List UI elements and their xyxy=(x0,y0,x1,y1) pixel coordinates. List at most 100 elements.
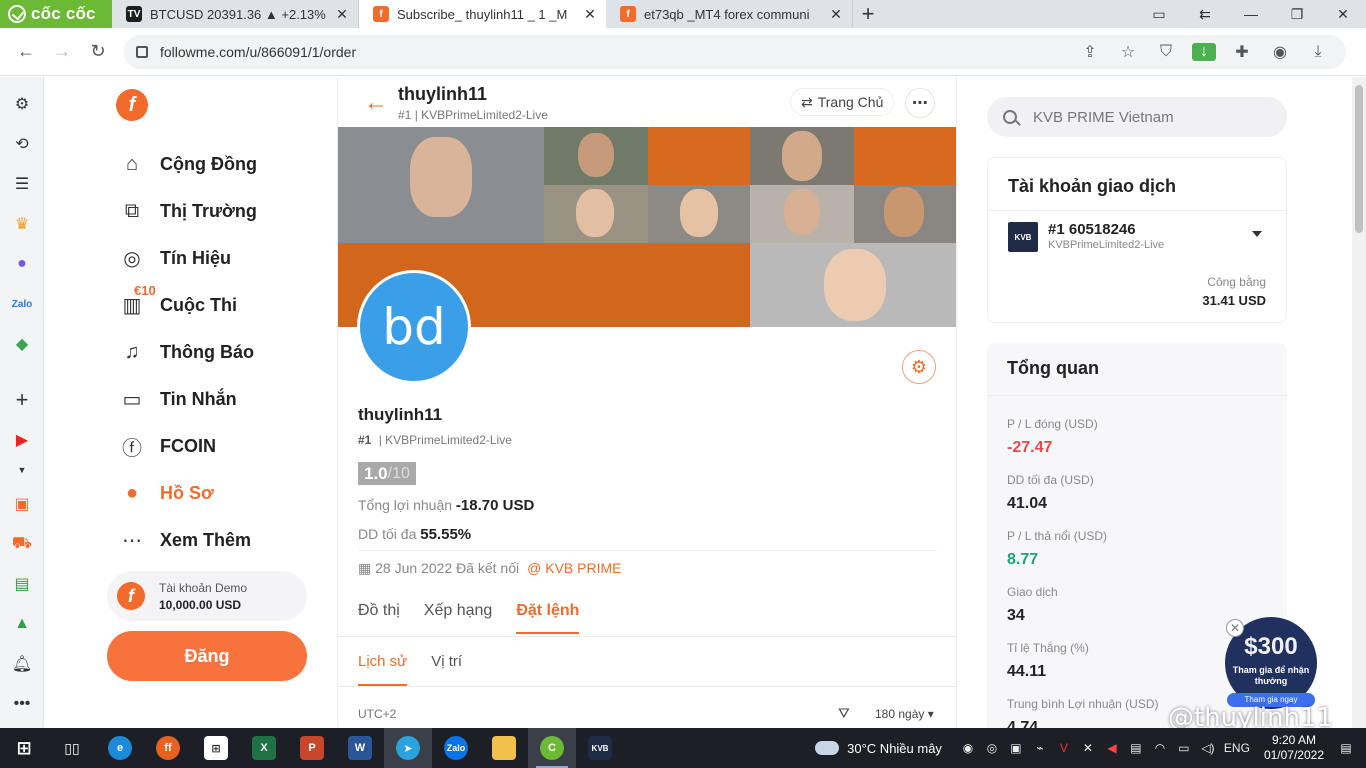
cart-icon[interactable]: ⛟ xyxy=(11,533,33,555)
search-input[interactable]: KVB PRIME Vietnam xyxy=(987,97,1287,137)
nav-item-community[interactable]: ⌂ Cộng Đồng xyxy=(118,149,257,179)
reload-icon[interactable]: ↻ xyxy=(80,41,116,62)
nav-item-signals[interactable]: ◎ Tín Hiệu xyxy=(118,243,231,273)
taskbar-word[interactable]: W xyxy=(336,728,384,768)
tray-app-icon[interactable]: ◉ xyxy=(956,741,980,755)
demo-account[interactable]: f Tài khoản Demo 10,000.00 USD xyxy=(107,571,307,621)
weather-widget[interactable]: 30°C Nhiều mây xyxy=(815,741,942,756)
tab-btcusd[interactable]: TV BTCUSD 20391.36 ▲ +2.13% ✕ xyxy=(112,0,359,28)
language-indicator[interactable]: ENG xyxy=(1220,741,1254,755)
reader-icon[interactable]: ▭ xyxy=(1136,6,1182,23)
taskbar-excel[interactable]: X xyxy=(240,728,288,768)
tray-v-icon[interactable]: V xyxy=(1052,741,1076,755)
tray-speaker-icon[interactable]: ◀ xyxy=(1100,741,1124,755)
bookmark-star-icon[interactable]: ☆ xyxy=(1116,42,1140,62)
post-button[interactable]: Đăng xyxy=(107,631,307,681)
avatar[interactable]: bd xyxy=(357,270,471,384)
close-icon[interactable]: ✕ xyxy=(334,6,350,23)
taskbar-coccoc[interactable]: C xyxy=(528,728,576,768)
back-history-icon[interactable]: ⇇ xyxy=(1182,6,1228,23)
more-dots-icon[interactable]: ••• xyxy=(11,693,33,715)
shop-77-icon[interactable]: ▣ xyxy=(11,493,33,515)
wifi-icon[interactable]: ◠ xyxy=(1148,741,1172,755)
subtab-history[interactable]: Lịch sử xyxy=(358,653,408,686)
coccoc-logo[interactable]: cốc cốc xyxy=(0,0,112,28)
url-text[interactable]: followme.com/u/866091/1/order xyxy=(160,44,356,60)
url-field[interactable]: followme.com/u/866091/1/order ⇪ ☆ ⛉ ↓ ✚ … xyxy=(124,35,1346,69)
back-arrow-icon[interactable]: ← xyxy=(364,89,388,117)
history-icon[interactable]: ⟲ xyxy=(11,133,33,155)
notification-center-icon[interactable]: ▤ xyxy=(1334,741,1358,755)
nav-item-profile[interactable]: ● Hồ Sơ xyxy=(118,478,214,508)
signal-icon: ◎ xyxy=(123,247,141,270)
nav-item-notifications[interactable]: ♫ Thông Báo xyxy=(118,337,254,367)
notification-bell-icon[interactable]: 🔔︎ xyxy=(11,653,33,675)
tab-mt4[interactable]: f et73qb _MT4 forex communi ✕ xyxy=(606,0,853,28)
extension-shield-icon[interactable]: ⛉ xyxy=(1154,43,1178,61)
spreadsheet-icon[interactable]: ▤ xyxy=(11,573,33,595)
tab-ranking[interactable]: Xếp hạng xyxy=(424,602,493,634)
settings-gear-icon[interactable]: ⚙ xyxy=(11,93,33,115)
game-controller-icon[interactable]: ◆ xyxy=(11,333,33,355)
puzzle-icon[interactable]: ✚ xyxy=(1230,42,1254,62)
scrollbar-thumb[interactable] xyxy=(1355,85,1363,233)
savefrom-download-icon[interactable]: ↓ xyxy=(1192,43,1216,61)
tray-display-icon[interactable]: ▤ xyxy=(1124,741,1148,755)
tab-subscribe[interactable]: f Subscribe_ thuylinh11 _ 1 _M ✕ xyxy=(359,0,606,28)
add-icon[interactable]: + xyxy=(11,387,33,412)
taskbar-firefox[interactable]: ff xyxy=(144,728,192,768)
new-tab-button[interactable]: + xyxy=(853,0,883,28)
share-icon[interactable]: ⇪ xyxy=(1078,42,1102,62)
messenger-icon[interactable]: ● xyxy=(11,253,33,275)
chevron-down-icon[interactable]: ▼ xyxy=(11,459,33,481)
crown-icon[interactable]: ♛ xyxy=(11,213,33,235)
download-icon[interactable]: ⤓ xyxy=(1306,43,1330,61)
tray-usb-icon[interactable]: ⌁ xyxy=(1028,741,1052,755)
taskbar-powerpoint[interactable]: P xyxy=(288,728,336,768)
more-options-button[interactable]: ⋯ xyxy=(905,88,935,118)
tray-network-icon[interactable]: ▣ xyxy=(1004,741,1028,755)
close-icon[interactable]: ✕ xyxy=(828,6,844,23)
graduation-icon[interactable]: ▲ xyxy=(11,613,33,635)
window-close-icon[interactable]: ✕ xyxy=(1320,6,1366,23)
taskbar-edge[interactable]: e xyxy=(96,728,144,768)
tab-orders[interactable]: Đặt lệnh xyxy=(516,602,580,634)
taskbar-explorer[interactable] xyxy=(480,728,528,768)
tab-chart[interactable]: Đồ thị xyxy=(358,602,400,634)
maximize-icon[interactable]: ❐ xyxy=(1274,6,1320,23)
volume-icon[interactable]: ◁) xyxy=(1196,741,1220,755)
tray-tools-icon[interactable]: ✕ xyxy=(1076,741,1100,755)
page-scrollbar[interactable] xyxy=(1352,77,1366,728)
account-icon[interactable]: ◉ xyxy=(1268,42,1292,62)
tray-telegram-icon[interactable]: ◎ xyxy=(980,741,1004,755)
taskbar-zalo[interactable]: Zalo xyxy=(432,728,480,768)
minimize-icon[interactable]: — xyxy=(1228,6,1274,22)
nav-item-more[interactable]: ⋯ Xem Thêm xyxy=(118,525,251,555)
taskbar-store[interactable]: ⊞ xyxy=(192,728,240,768)
subtab-positions[interactable]: Vị trí xyxy=(431,653,462,686)
nav-item-messages[interactable]: ▭ Tin Nhắn xyxy=(118,384,237,414)
youtube-icon[interactable]: ▶ xyxy=(11,429,33,451)
lock-icon[interactable] xyxy=(136,46,148,58)
battery-icon[interactable]: ▭ xyxy=(1172,741,1196,755)
taskbar-kvb[interactable]: KVB xyxy=(576,728,624,768)
taskbar-telegram[interactable]: ➤ xyxy=(384,728,432,768)
zalo-icon[interactable]: Zalo xyxy=(11,293,33,315)
start-button[interactable]: ⊞ xyxy=(0,728,48,768)
period-select[interactable]: 180 ngày ▾ xyxy=(875,707,934,721)
back-icon[interactable]: ← xyxy=(8,41,44,62)
close-icon[interactable]: ✕ xyxy=(1226,619,1244,637)
forward-icon[interactable]: → xyxy=(44,41,80,62)
reading-list-icon[interactable]: ☰ xyxy=(11,173,33,195)
filter-icon[interactable]: ⛛ xyxy=(838,705,850,722)
account-dropdown-icon[interactable] xyxy=(1252,231,1262,237)
nav-item-market[interactable]: ⧉ Thị Trường xyxy=(118,196,257,226)
task-view-button[interactable]: ▯▯ xyxy=(48,728,96,768)
followme-logo[interactable]: f xyxy=(116,89,148,121)
clock[interactable]: 9:20 AM 01/07/2022 xyxy=(1264,733,1324,763)
close-icon[interactable]: ✕ xyxy=(582,6,598,23)
home-button[interactable]: ⇄ Trang Chủ xyxy=(790,88,895,116)
broker-link[interactable]: @ KVB PRIME xyxy=(527,560,621,576)
settings-gear-icon[interactable]: ⚙ xyxy=(902,350,936,384)
nav-item-fcoin[interactable]: ⓕ FCOIN xyxy=(118,431,216,461)
